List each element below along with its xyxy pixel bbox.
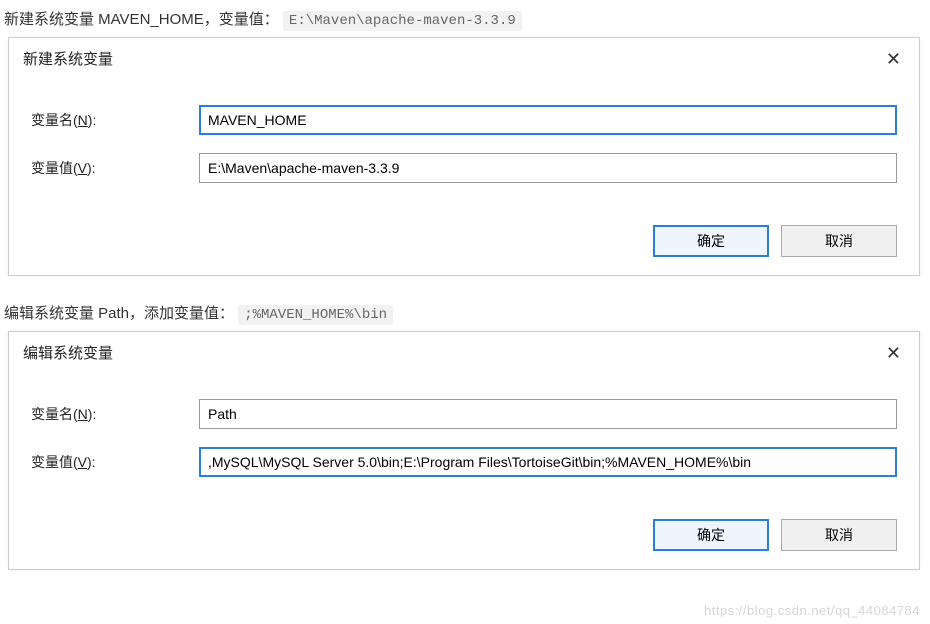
intro-prefix-1: 新建系统变量 MAVEN_HOME，变量值： [4,11,279,28]
variable-value-input-1[interactable] [199,153,897,183]
cancel-button-1[interactable]: 取消 [781,225,897,257]
cancel-button-2[interactable]: 取消 [781,519,897,551]
variable-value-row-1: 变量值(V): [31,153,897,183]
watermark: https://blog.csdn.net/qq_44084784 [704,603,920,618]
variable-name-row-1: 变量名(N): [31,105,897,135]
variable-name-label-2: 变量名(N): [31,404,199,424]
variable-name-label-1: 变量名(N): [31,110,199,130]
dialog-body-2: 变量名(N): 变量值(V): [9,373,919,509]
intro-text-1: 新建系统变量 MAVEN_HOME，变量值： E:\Maven\apache-m… [0,0,930,37]
variable-value-input-2[interactable] [199,447,897,477]
dialog-title-1: 新建系统变量 [23,48,113,69]
variable-value-label-2: 变量值(V): [31,452,199,472]
variable-name-input-2[interactable] [199,399,897,429]
variable-name-row-2: 变量名(N): [31,399,897,429]
variable-value-row-2: 变量值(V): [31,447,897,477]
dialog-body-1: 变量名(N): 变量值(V): [9,79,919,215]
ok-button-2[interactable]: 确定 [653,519,769,551]
dialog-buttons-1: 确定 取消 [9,215,919,275]
close-icon[interactable]: ✕ [882,50,905,68]
intro-text-2: 编辑系统变量 Path，添加变量值： ;%MAVEN_HOME%\bin [0,294,930,331]
intro-prefix-2: 编辑系统变量 Path，添加变量值： [4,305,234,322]
new-system-variable-dialog: 新建系统变量 ✕ 变量名(N): 变量值(V): 确定 取消 [8,37,920,276]
close-icon[interactable]: ✕ [882,344,905,362]
dialog-buttons-2: 确定 取消 [9,509,919,569]
intro-code-2: ;%MAVEN_HOME%\bin [238,305,393,325]
variable-name-input-1[interactable] [199,105,897,135]
dialog-titlebar-1: 新建系统变量 ✕ [9,38,919,79]
variable-value-label-1: 变量值(V): [31,158,199,178]
dialog-title-2: 编辑系统变量 [23,342,113,363]
edit-system-variable-dialog: 编辑系统变量 ✕ 变量名(N): 变量值(V): 确定 取消 [8,331,920,570]
intro-code-1: E:\Maven\apache-maven-3.3.9 [283,11,522,31]
dialog-titlebar-2: 编辑系统变量 ✕ [9,332,919,373]
ok-button-1[interactable]: 确定 [653,225,769,257]
